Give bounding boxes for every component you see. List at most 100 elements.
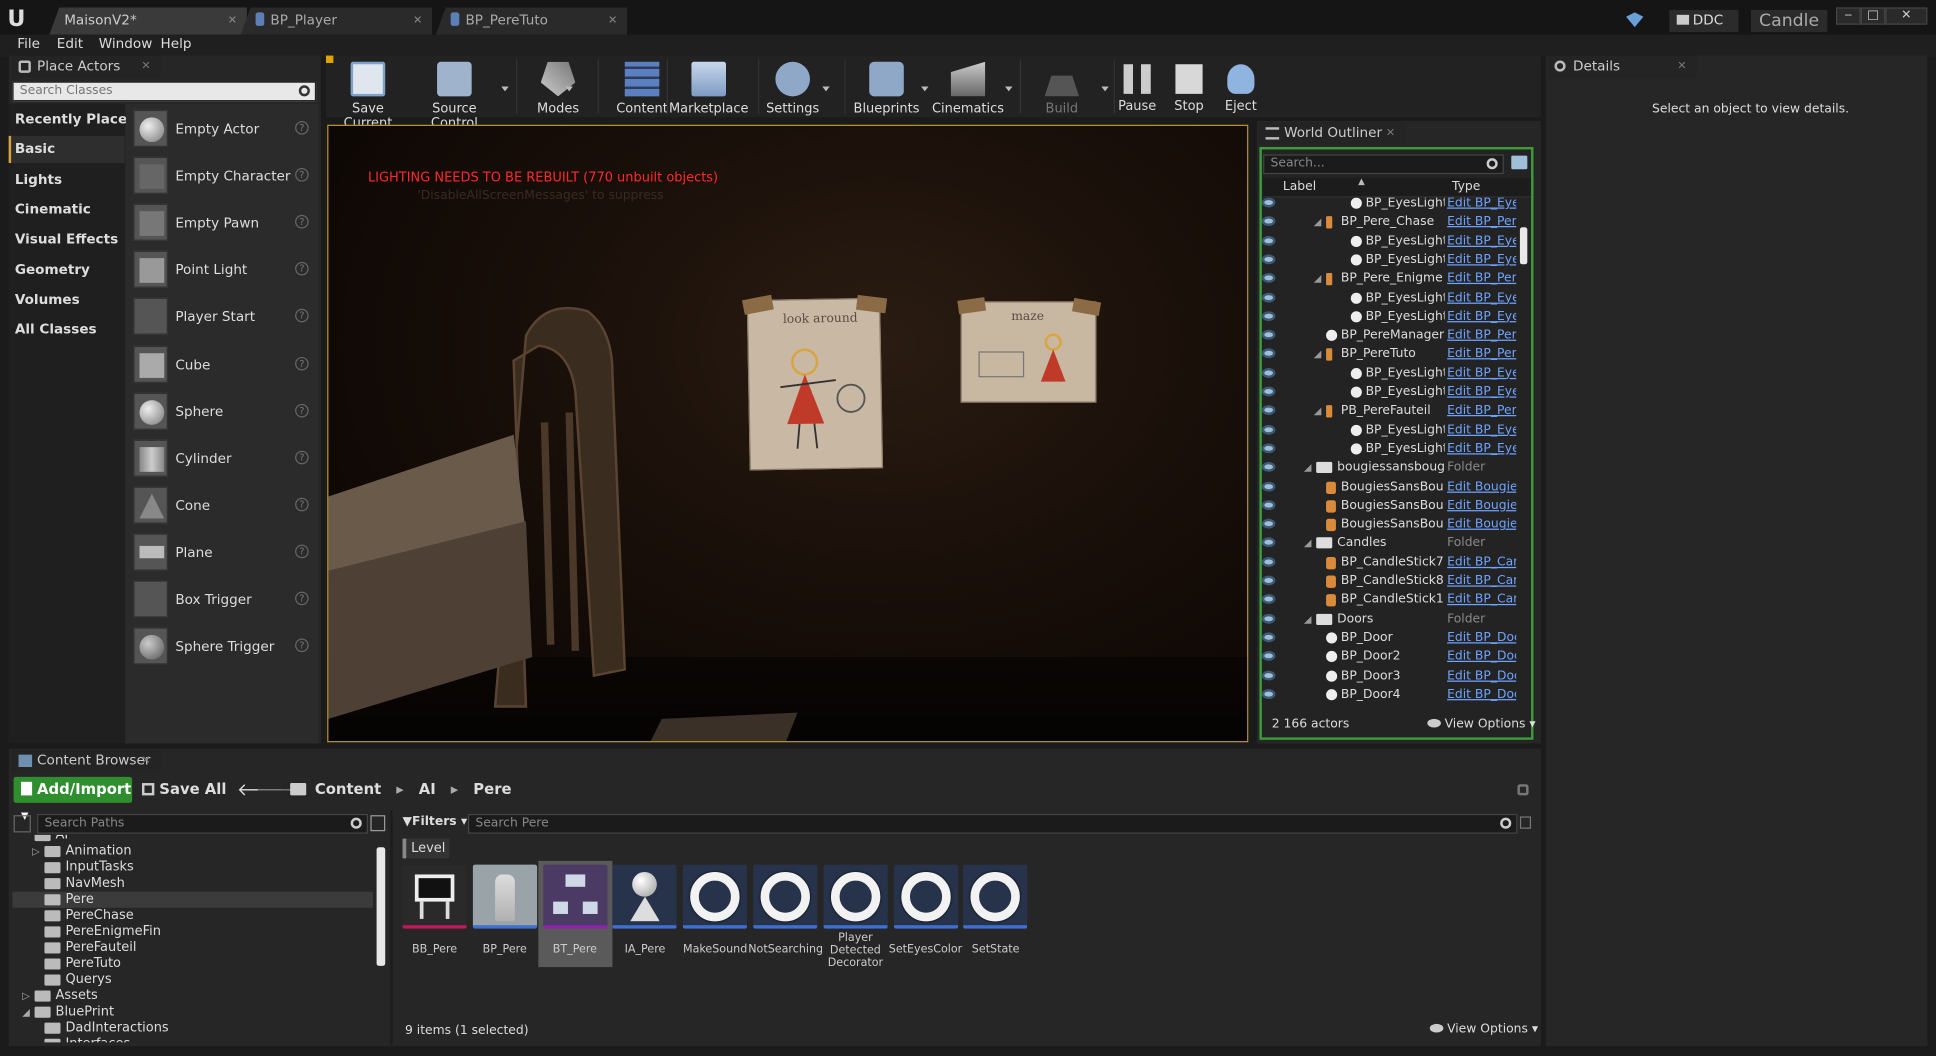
place-actor-item[interactable]: Cube? — [126, 343, 319, 390]
save-current-button[interactable]: Save Current — [326, 57, 410, 131]
place-actor-item[interactable]: Cylinder? — [126, 437, 319, 484]
maximize-button[interactable]: □ — [1860, 7, 1886, 25]
outliner-row-type[interactable]: Edit BP_Doc — [1447, 666, 1516, 685]
outliner-row[interactable]: BougiesSansBouEdit Bougies — [1261, 515, 1521, 534]
visibility-eye-icon[interactable] — [1261, 310, 1276, 321]
outliner-col-type[interactable]: Type — [1452, 180, 1480, 194]
path-tree-item[interactable]: InputTasks — [12, 860, 373, 876]
outliner-row[interactable]: ◢ BP_Pere_Enigme Edit BP_Per — [1261, 269, 1521, 288]
outliner-row[interactable]: ◢ Doors Folder — [1261, 610, 1521, 629]
assets-view-options[interactable]: View Options ▾ — [1429, 1023, 1538, 1036]
outliner-row[interactable]: BP_EyesLight1Edit BP_Eye — [1261, 251, 1521, 270]
outliner-row-type[interactable]: Edit BP_Per — [1447, 213, 1516, 232]
outliner-row[interactable]: BP_EyesLight9Edit BP_Eye — [1261, 232, 1521, 251]
visibility-eye-icon[interactable] — [1261, 670, 1276, 680]
expand-arrow-icon[interactable]: ◢ — [1304, 534, 1312, 553]
outliner-row-type[interactable]: Edit BP_Eye — [1447, 307, 1516, 326]
save-all-button[interactable]: Save All — [141, 781, 226, 798]
visibility-eye-icon[interactable] — [1261, 386, 1276, 397]
help-icon[interactable]: ? — [295, 215, 309, 229]
editor-tab[interactable]: MaisonV2* ✕ — [49, 7, 247, 35]
outliner-row-type[interactable]: Edit BP_Doc — [1447, 647, 1516, 666]
editor-tab[interactable]: BP_PereTuto ✕ — [435, 7, 628, 35]
outliner-row[interactable]: BP_EyesLight2Edit BP_Eye — [1261, 197, 1521, 213]
pause-button[interactable]: Pause — [1115, 57, 1159, 116]
expand-arrow-icon[interactable]: ◢ — [1314, 402, 1322, 421]
menu-help[interactable]: Help — [161, 36, 192, 52]
help-icon[interactable]: ? — [295, 309, 309, 323]
outliner-row[interactable]: ◢ bougiessansbougie Folder — [1261, 458, 1521, 477]
help-icon[interactable]: ? — [295, 168, 309, 182]
outliner-row[interactable]: BP_Door4 Edit BP_Doc — [1261, 685, 1521, 704]
asset-thumbnail[interactable] — [683, 864, 748, 929]
cinematics-button[interactable]: Cinematics — [926, 57, 1013, 116]
outliner-row[interactable]: BP_EyesLight8Edit BP_Eye — [1261, 307, 1521, 326]
asset-thumbnail[interactable] — [612, 864, 678, 929]
outliner-row[interactable]: BP_EyesLight5Edit BP_Eye — [1261, 421, 1521, 440]
outliner-row-type[interactable]: Edit BP_Per — [1447, 345, 1516, 364]
add-import-button[interactable]: Add/Import ▾ — [13, 776, 133, 824]
outliner-row[interactable]: ◢ BP_PereTuto Edit BP_Per — [1261, 345, 1521, 364]
help-icon[interactable]: ? — [295, 544, 309, 559]
visibility-eye-icon[interactable] — [1261, 197, 1276, 208]
outliner-row[interactable]: ◢ BP_Pere_Chase Edit BP_Per — [1261, 213, 1521, 232]
help-icon[interactable]: ? — [295, 497, 309, 512]
help-icon[interactable]: ? — [295, 638, 309, 653]
visibility-eye-icon[interactable] — [1261, 292, 1276, 302]
expand-arrow-icon[interactable]: ◢ — [1314, 345, 1322, 364]
place-actor-item[interactable]: Sphere? — [126, 390, 319, 437]
outliner-row-type[interactable]: Edit BP_Eye — [1447, 421, 1516, 440]
outliner-row[interactable]: ◢ Candles Folder — [1261, 534, 1521, 553]
close-button[interactable]: ✕ — [1885, 7, 1928, 25]
asset-thumbnail[interactable] — [472, 864, 537, 929]
outliner-row-type[interactable]: Edit BP_Car — [1447, 553, 1516, 572]
expand-arrow-icon[interactable]: ▷ — [22, 988, 30, 1004]
search-paths-input[interactable]: Search Paths — [37, 813, 368, 834]
editor-tab[interactable]: BP_Player ✕ — [240, 7, 433, 35]
outliner-row[interactable]: BP_PereManager Edit BP_Per — [1261, 326, 1521, 345]
chevron-down-icon[interactable] — [1005, 86, 1013, 92]
asset-thumbnail[interactable] — [823, 864, 888, 929]
visibility-eye-icon[interactable] — [1261, 348, 1276, 359]
category-item[interactable]: Geometry — [15, 261, 90, 277]
outliner-row-type[interactable]: Edit BP_Eye — [1447, 198, 1516, 213]
close-icon[interactable]: ✕ — [141, 56, 150, 78]
path-tree-item[interactable]: DadInteractions — [12, 1020, 373, 1036]
place-actor-item[interactable]: Empty Character? — [126, 155, 319, 202]
outliner-row-type[interactable]: Edit BP_Eye — [1447, 251, 1516, 270]
path-tree-item[interactable]: Querys — [12, 972, 373, 988]
outliner-row-type[interactable]: Edit BP_Eye — [1447, 232, 1516, 251]
visibility-eye-icon[interactable] — [1261, 594, 1276, 605]
close-icon[interactable]: ✕ — [1386, 122, 1395, 144]
close-icon[interactable]: ✕ — [141, 750, 150, 772]
source-control-button[interactable]: Source Control — [412, 57, 509, 131]
category-item[interactable]: Volumes — [15, 291, 80, 307]
asset-thumbnail[interactable] — [542, 864, 607, 929]
asset-thumbnail[interactable] — [753, 864, 818, 929]
category-item[interactable]: Visual Effects — [15, 231, 118, 247]
category-item[interactable]: Lights — [15, 171, 62, 187]
outliner-row[interactable]: BP_EyesLight7Edit BP_Eye — [1261, 288, 1521, 307]
path-tree-item[interactable]: Interfaces — [12, 1036, 373, 1043]
unreal-logo-icon[interactable]: U — [7, 6, 32, 32]
visibility-eye-icon[interactable] — [1261, 254, 1276, 265]
path-view-options-icon[interactable] — [370, 815, 386, 832]
level-viewport[interactable]: look around maze LIGHTING NEEDS TO BE RE… — [327, 124, 1249, 743]
asset-thumbnail[interactable] — [402, 864, 467, 929]
marketplace-button[interactable]: Marketplace — [667, 57, 751, 116]
outliner-row[interactable]: BougiesSansBouEdit Bougies — [1261, 496, 1521, 515]
category-item[interactable]: Cinematic — [15, 201, 91, 217]
expand-arrow-icon[interactable]: ▷ — [32, 844, 40, 860]
filters-button[interactable]: ▼Filters ▾ — [403, 815, 468, 829]
visibility-eye-icon[interactable] — [1261, 235, 1276, 246]
expand-arrow-icon[interactable]: ◢ — [1304, 458, 1312, 477]
outliner-scrollbar[interactable] — [1519, 227, 1528, 265]
minimize-button[interactable]: ‒ — [1835, 7, 1861, 25]
sources-toggle-icon[interactable] — [13, 815, 31, 833]
place-actor-item[interactable]: Empty Actor? — [126, 107, 319, 154]
place-actor-item[interactable]: Plane? — [126, 531, 319, 578]
chevron-down-icon[interactable] — [822, 86, 830, 92]
help-icon[interactable]: ? — [295, 121, 309, 135]
help-icon[interactable]: ? — [295, 403, 309, 417]
outliner-row-type[interactable]: Edit Bougies — [1447, 496, 1516, 515]
